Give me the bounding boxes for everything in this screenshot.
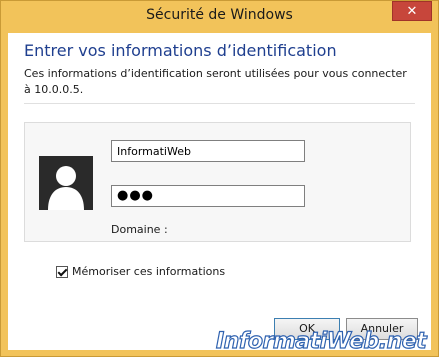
credential-tile: ●●● Domaine :: [24, 122, 411, 242]
watermark-logo: InformatiWeb.net: [215, 328, 427, 354]
window-title: Sécurité de Windows: [146, 7, 293, 23]
username-input[interactable]: [111, 140, 305, 162]
dialog-body: Entrer vos informations d’identification…: [8, 33, 431, 350]
divider: [24, 103, 415, 104]
close-icon: ✕: [406, 4, 418, 19]
password-masked-value: ●●●: [117, 188, 155, 203]
user-avatar-icon: [39, 156, 93, 210]
security-dialog-window: Sécurité de Windows ✕ Entrer vos informa…: [0, 0, 439, 357]
remember-credentials[interactable]: Mémoriser ces informations: [56, 265, 225, 278]
remember-label: Mémoriser ces informations: [72, 265, 226, 278]
remember-checkbox[interactable]: [56, 265, 68, 278]
title-bar[interactable]: Sécurité de Windows ✕: [1, 1, 438, 33]
close-button[interactable]: ✕: [392, 1, 432, 21]
password-input[interactable]: ●●●: [111, 185, 305, 207]
dialog-heading: Entrer vos informations d’identification: [24, 41, 337, 60]
domain-label: Domaine :: [111, 223, 168, 236]
dialog-description: Ces informations d’identification seront…: [24, 67, 407, 96]
